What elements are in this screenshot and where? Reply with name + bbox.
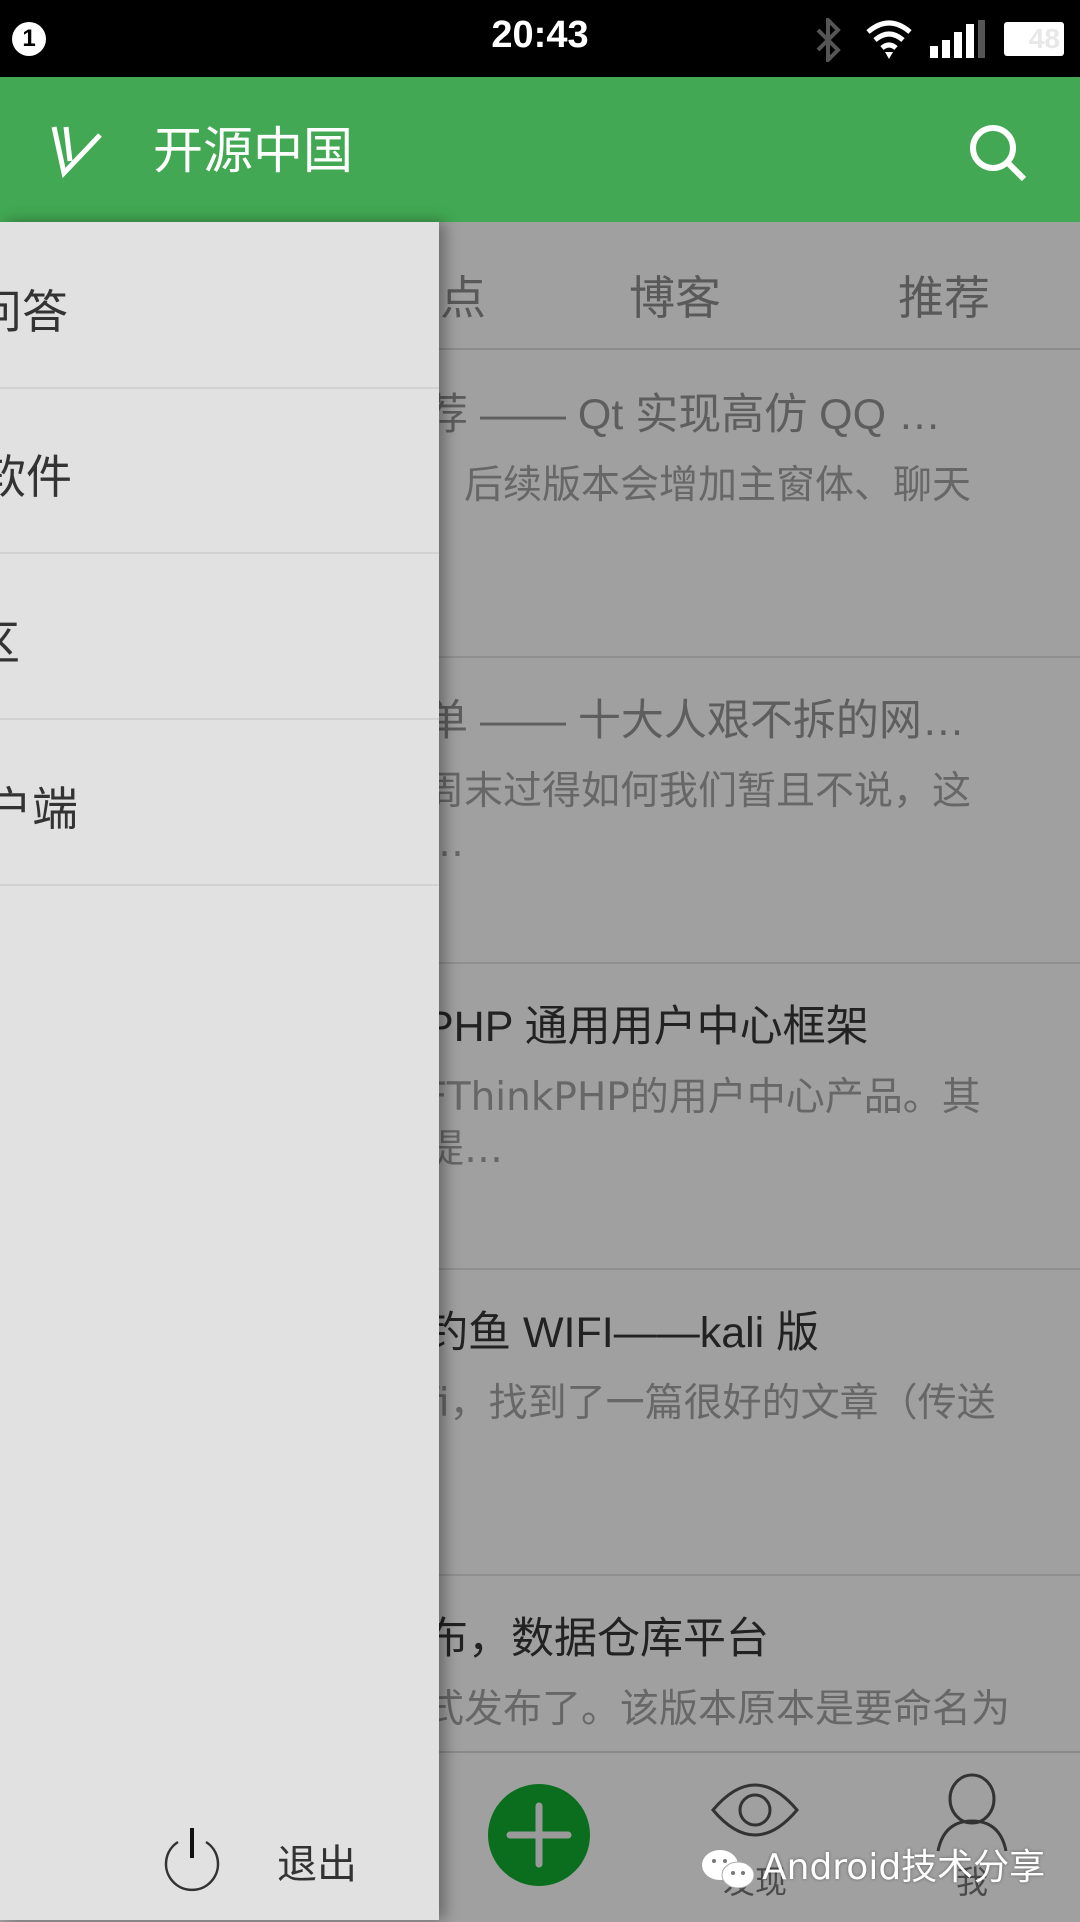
status-bar: 1 20:43 48 [0, 0, 1080, 77]
drawer-item-questions[interactable]: 问答 [0, 222, 439, 389]
app-title: 开源中国 [153, 122, 353, 180]
drawer-item-community[interactable]: 区 [0, 553, 439, 720]
drawer-item-software[interactable]: 软件 [0, 387, 439, 554]
article-desc: 式发布了。该版本原本是要命名为 [425, 1687, 1011, 1732]
add-button[interactable] [488, 1784, 590, 1886]
clock: 20:43 [491, 14, 589, 56]
article-title: PHP 通用用户中心框架 [425, 1003, 869, 1051]
drawer-item-client[interactable]: 户端 [0, 719, 439, 886]
logout-label: 退出 [277, 1842, 357, 1888]
logout-button[interactable]: 退出 [160, 1822, 420, 1912]
app-logo-menu-icon[interactable] [48, 123, 108, 179]
search-icon[interactable] [966, 121, 1030, 185]
article-title: 单 —— 十大人艰不拆的网… [425, 697, 965, 745]
watermark: Android技术分享 [698, 1838, 1045, 1893]
article-title: 荐 —— Qt 实现高仿 QQ … [425, 391, 942, 439]
tab-recommend[interactable]: 推荐 [844, 262, 1044, 328]
battery-icon: 48 [1004, 22, 1064, 56]
app-bar: 开源中国 [0, 77, 1080, 222]
wifi-icon [866, 20, 912, 59]
plus-icon [506, 1802, 572, 1868]
article-desc: fi，找到了一篇很好的文章（传送 [425, 1381, 996, 1426]
article-desc: FThinkPHP的用户中心产品。其 提… [425, 1075, 981, 1172]
power-icon [164, 1828, 220, 1892]
bluetooth-icon [816, 18, 841, 62]
eye-icon [711, 1783, 799, 1837]
navigation-drawer: 问答 软件 区 户端 退出 [0, 222, 439, 1920]
article-title: 布，数据仓库平台 [425, 1615, 769, 1663]
article-title: 钓鱼 WIFI——kali 版 [425, 1309, 820, 1357]
tab-blog[interactable]: 博客 [575, 262, 775, 328]
wechat-icon [702, 1850, 755, 1889]
article-desc: 周末过得如何我们暂且不说，这… [425, 769, 972, 866]
signal-icon [930, 20, 985, 58]
article-desc: ，后续版本会增加主窗体、聊天. [425, 463, 972, 560]
